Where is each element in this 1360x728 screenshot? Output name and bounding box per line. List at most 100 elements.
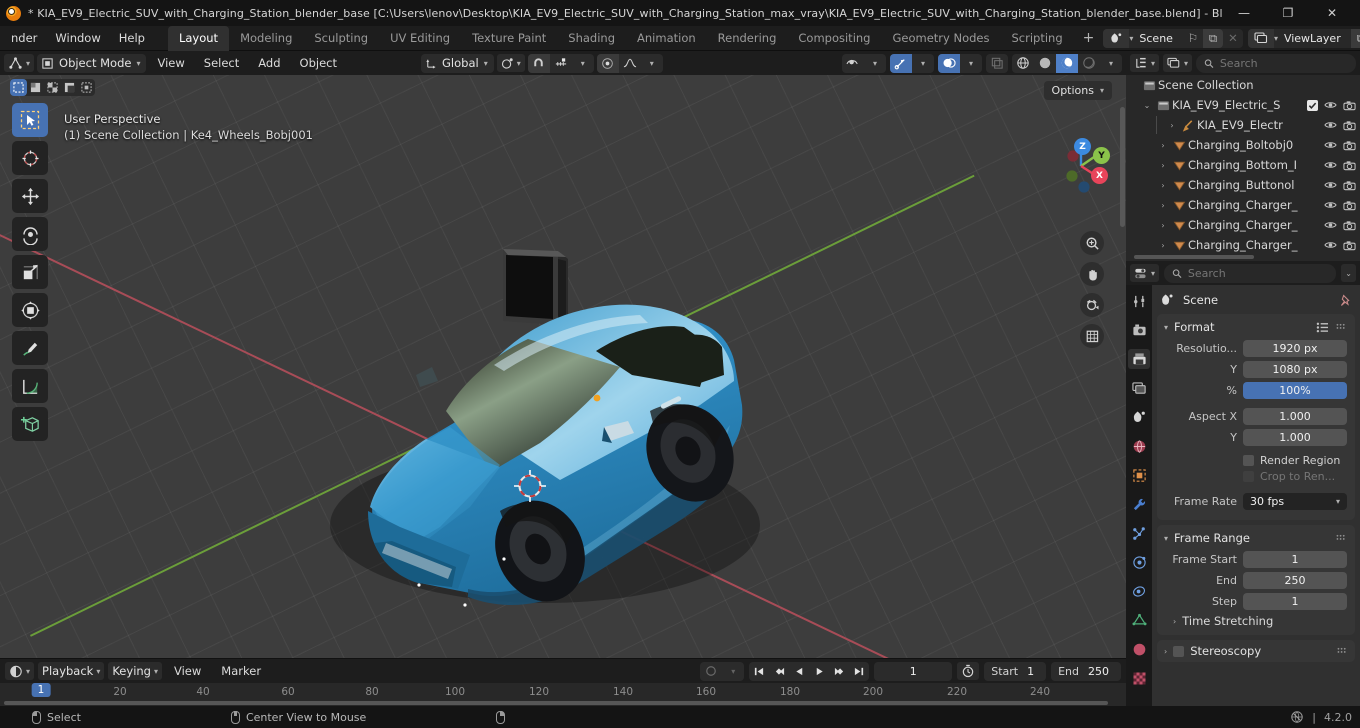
playback-transport[interactable] [749,661,870,681]
frame-range-chevron-down-icon[interactable]: ▾ [1164,534,1168,543]
overlays-group[interactable]: ▾ [938,53,982,73]
aspect-x-field[interactable]: 1.000 [1243,407,1347,425]
outliner-row-scene-collection[interactable]: Scene Collection [1126,75,1360,95]
object-tab[interactable] [1128,465,1150,485]
editor-type-selector[interactable]: ▾ [4,54,35,72]
viewport-canvas[interactable]: User Perspective (1) Scene Collection | … [0,75,1126,658]
gizmo-group[interactable]: ▾ [890,53,934,73]
visibility-chevron-down-icon[interactable]: ▾ [864,54,886,73]
stereoscopy-checkbox[interactable] [1173,645,1185,657]
current-frame-field[interactable]: 1 [874,661,953,681]
menu-render[interactable]: nder [2,27,46,49]
properties-search-input[interactable] [1164,263,1337,283]
outliner-search-field[interactable] [1219,56,1348,70]
select-mode-extend[interactable] [27,79,44,96]
workspace-tab-scripting[interactable]: Scripting [1001,26,1074,51]
overlays-icon[interactable] [938,53,960,73]
new-viewlayer-button[interactable]: ⧉ [1350,28,1360,48]
workspace-tab-shading[interactable]: Shading [557,26,626,51]
timeline-marker-menu[interactable]: Marker [213,661,269,681]
scale-tool[interactable] [12,255,48,289]
workspace-tab-compositing[interactable]: Compositing [787,26,881,51]
frame-step-field[interactable]: 1 [1243,592,1347,610]
shading-rendered-icon[interactable] [1078,54,1100,73]
select-mode-subtract[interactable] [44,79,61,96]
crop-to-render-region-checkbox[interactable] [1243,471,1254,482]
proportional-edit-icon[interactable] [596,53,619,73]
disable-in-renders-camera-icon[interactable] [1343,100,1356,111]
texture-tab[interactable] [1128,668,1150,688]
render-region-row[interactable]: Render Region [1243,454,1347,467]
viewport-menu-add[interactable]: Add [250,53,288,73]
viewlayer-datablock[interactable]: ▾ ViewLayer ⧉ ✕ [1247,28,1360,48]
shading-solid-icon[interactable] [1034,54,1056,73]
jump-to-start-button[interactable] [749,662,769,681]
disclosure-chevron-right-icon[interactable]: › [1156,201,1170,210]
cursor-tool[interactable] [12,141,48,175]
disclosure-chevron-right-icon[interactable]: › [1156,161,1170,170]
timeline-editor-type-selector[interactable]: ▾ [5,662,35,680]
disclosure-chevron-down-icon[interactable]: ⌄ [1140,101,1154,110]
hide-in-viewport-eye-icon[interactable] [1324,200,1337,210]
frame-end-field[interactable]: 250 [1243,571,1347,589]
close-button[interactable]: ✕ [1310,0,1354,26]
particles-tab[interactable] [1128,523,1150,543]
gizmo-chevron-down-icon[interactable]: ▾ [912,54,934,73]
maximize-button[interactable]: ❐ [1266,0,1310,26]
hide-in-viewport-eye-icon[interactable] [1324,120,1337,130]
disable-in-renders-camera-icon[interactable] [1343,180,1356,191]
outliner-row-charging-boltobj0[interactable]: › Charging_Boltobj0 [1126,135,1360,155]
disable-in-renders-camera-icon[interactable] [1343,120,1356,131]
outliner-row-charging-charger-2[interactable]: › Charging_Charger_ [1126,215,1360,235]
timeline-keying-menu[interactable]: Keying ▾ [108,662,162,680]
unlink-scene-button[interactable]: ✕ [1223,29,1243,48]
rotate-tool[interactable] [12,217,48,251]
overlays-chevron-down-icon[interactable]: ▾ [960,54,982,73]
crop-to-render-region-row[interactable]: Crop to Ren... [1243,470,1347,483]
visibility-icon[interactable] [842,54,864,73]
auto-keying-chevron-down-icon[interactable]: ▾ [722,662,744,681]
pan-hand-icon[interactable] [1080,262,1104,286]
hide-in-viewport-eye-icon[interactable] [1324,240,1337,250]
grip-icon[interactable] [1337,647,1348,656]
grip-icon[interactable] [1336,534,1347,543]
output-tab[interactable] [1128,349,1150,369]
play-button[interactable] [809,662,829,681]
snapping-group[interactable]: ▾ [527,53,594,73]
gizmo-axis-x[interactable]: X [1091,167,1108,184]
auto-keying-group[interactable]: ▾ [700,661,745,681]
viewport-menu-view[interactable]: View [149,53,192,73]
viewport-scrollbar[interactable] [1120,107,1125,227]
outliner-row-charging-bottom[interactable]: › Charging_Bottom_I [1126,155,1360,175]
data-tab[interactable] [1128,610,1150,630]
timeline-ruler[interactable]: 20 40 60 80 100 120 140 160 180 200 220 … [0,683,1126,707]
properties-editor-type-selector[interactable]: ▾ [1130,264,1160,282]
render-region-checkbox[interactable] [1243,455,1254,466]
workspace-tab-rendering[interactable]: Rendering [707,26,788,51]
material-tab[interactable] [1128,639,1150,659]
menu-window[interactable]: Window [46,27,109,49]
properties-search-field[interactable] [1187,266,1329,280]
frame-rate-dropdown[interactable]: 30 fps ▾ [1243,492,1347,510]
move-tool[interactable] [12,179,48,213]
timeline-scrollbar[interactable] [4,701,1108,705]
disclosure-chevron-right-icon[interactable]: › [1156,141,1170,150]
select-mode-set[interactable] [10,79,27,96]
record-icon[interactable] [700,662,722,681]
presets-icon[interactable] [1316,322,1329,333]
annotate-tool[interactable] [12,331,48,365]
frame-start-field[interactable]: Start 1 [984,661,1047,681]
snap-chevron-down-icon[interactable]: ▾ [572,54,594,73]
format-panel-chevron-down-icon[interactable]: ▾ [1164,323,1168,332]
outliner-row-charging-charger-3[interactable]: › Charging_Charger_ [1126,235,1360,255]
jump-to-prev-keyframe-button[interactable] [769,662,789,681]
xray-group[interactable] [986,53,1008,73]
stereoscopy-chevron-right-icon[interactable]: › [1164,647,1167,656]
disable-in-renders-camera-icon[interactable] [1343,160,1356,171]
add-cube-tool[interactable] [12,407,48,441]
disable-in-renders-camera-icon[interactable] [1343,240,1356,251]
object-mode-selector[interactable]: Object Mode ▾ [37,53,147,73]
collection-checkbox[interactable] [1307,99,1318,111]
resolution-x-field[interactable]: 1920 px [1243,339,1347,357]
grip-icon[interactable] [1336,323,1347,332]
